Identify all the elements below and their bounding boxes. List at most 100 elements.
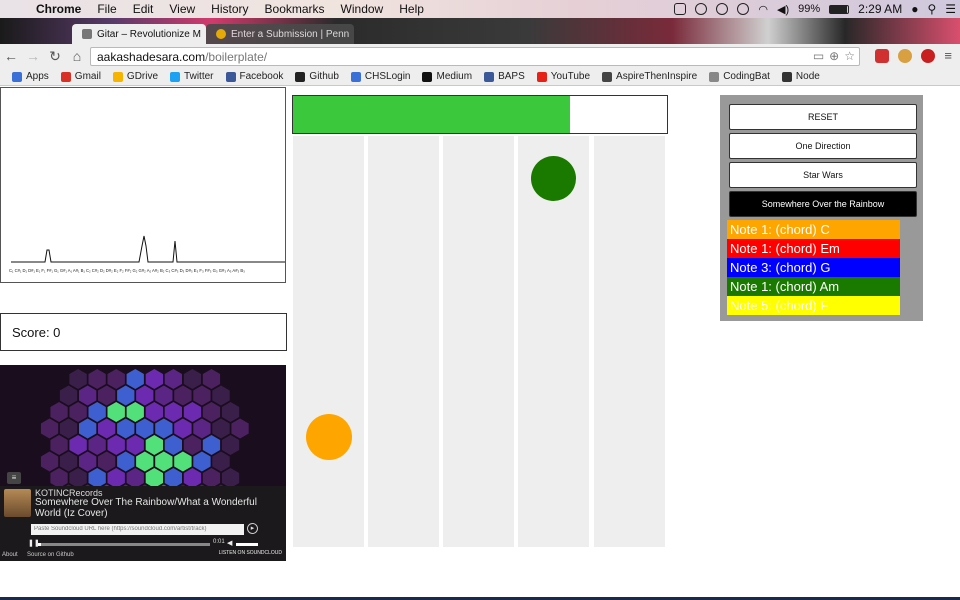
bookmark-youtube[interactable]: YouTube (536, 71, 590, 82)
seek-bar[interactable] (38, 543, 210, 546)
source-link[interactable]: Source on Github (27, 552, 74, 558)
menu-view[interactable]: View (161, 2, 203, 16)
player-footer: About Source on Github LISTEN ON SOUNDCL… (0, 549, 286, 561)
home-icon[interactable]: ⌂ (66, 48, 88, 64)
bookmark-apps[interactable]: Apps (12, 71, 49, 82)
github-icon (295, 71, 306, 82)
one-direction-button[interactable]: One Direction (729, 133, 917, 159)
extension-red-icon[interactable] (875, 48, 890, 63)
somewhere-over-the-rainbow-button[interactable]: Somewhere Over the Rainbow (729, 191, 917, 217)
bookmark-node[interactable]: Node (781, 71, 820, 82)
lane-3 (443, 136, 514, 547)
hexagon-visualizer-graphic (0, 365, 286, 486)
time-machine-icon[interactable] (716, 3, 729, 15)
baps-icon (484, 71, 495, 82)
menu-edit[interactable]: Edit (125, 2, 162, 16)
bookmark-gmail[interactable]: Gmail (60, 71, 101, 82)
bookmark-codingbat[interactable]: CodingBat (709, 71, 770, 82)
chslogin-icon (350, 71, 361, 82)
back-arrow-icon[interactable]: ← (0, 48, 22, 64)
spectrum-line (11, 235, 285, 263)
tab-title: Gitar – Revolutionize M (97, 28, 201, 40)
address-bar[interactable]: aakashadesara.com/boilerplate/ ▭ ⊕ ☆ (90, 47, 860, 66)
reload-icon[interactable]: ↻ (44, 48, 66, 65)
tab-gitar[interactable]: Gitar – Revolutionize M ✕ (72, 24, 206, 44)
bluetooth-icon[interactable] (737, 3, 750, 15)
note-list-item: Note 1: (chord) Em (727, 239, 900, 258)
tab-title: Enter a Submission | Penn (231, 28, 350, 40)
page-content: C₁ C#₁ D₁ D#₁ E₁ F₁ F#₁ G₁ G#₁ A₁ A#₁ B₁… (0, 87, 960, 600)
soundcloud-badge[interactable]: LISTEN ON SOUNDCLOUD (219, 551, 282, 556)
note-orb (306, 414, 352, 460)
bookmark-star-icon[interactable]: ☆ (844, 49, 855, 63)
game-board (292, 95, 668, 547)
star-wars-button[interactable]: Star Wars (729, 162, 917, 188)
user-icon[interactable]: ● (911, 2, 918, 16)
bookmark-github[interactable]: Github (295, 71, 339, 82)
menu-history[interactable]: History (203, 2, 256, 16)
soundcloud-url-input[interactable] (31, 524, 244, 535)
forward-arrow-icon[interactable]: → (22, 48, 44, 64)
bookmark-baps[interactable]: BAPS (484, 71, 525, 82)
lane-2 (368, 136, 439, 547)
frequency-spectrum-panel: C₁ C#₁ D₁ D#₁ E₁ F₁ F#₁ G₁ G#₁ A₁ A#₁ B₁… (0, 87, 286, 283)
url-path: /boilerplate/ (205, 49, 268, 64)
bookmark-twitter[interactable]: Twitter (170, 71, 214, 82)
spotlight-icon[interactable]: ⚲ (927, 2, 936, 16)
tab-favicon-icon (82, 29, 92, 39)
page-icon (709, 71, 720, 82)
aspire-icon (602, 71, 613, 82)
url-host: aakashadesara.com (97, 49, 206, 64)
menu-bookmarks[interactable]: Bookmarks (257, 2, 333, 16)
notification-center-icon[interactable]: ☰ (945, 2, 956, 16)
browser-tab-strip: Gitar – Revolutionize M ✕ Enter a Submis… (0, 18, 960, 44)
reset-button[interactable]: RESET (729, 104, 917, 130)
chrome-favicon-icon (216, 29, 226, 39)
facebook-icon (225, 71, 236, 82)
note-list-item: Note 3: (chord) G (727, 258, 900, 277)
twitter-icon (170, 71, 181, 82)
playlist-menu-icon[interactable]: ≡ (7, 472, 21, 484)
gmail-icon (60, 71, 71, 82)
bookmark-facebook[interactable]: Facebook (225, 71, 283, 82)
note-orb (531, 156, 576, 201)
wifi-icon[interactable]: ◠ (758, 3, 768, 16)
bookmark-aspiretheninspire[interactable]: AspireThenInspire (602, 71, 697, 82)
chrome-menu-icon[interactable]: ≡ (944, 48, 952, 63)
menu-app-name[interactable]: Chrome (34, 2, 89, 16)
lane-5 (594, 136, 665, 547)
bookmark-gdrive[interactable]: GDrive (112, 71, 158, 82)
bookmark-chslogin[interactable]: CHSLogin (350, 71, 410, 82)
browser-toolbar: ← → ↻ ⌂ aakashadesara.com/boilerplate/ ▭… (0, 44, 960, 68)
menu-window[interactable]: Window (333, 2, 392, 16)
extensions: ≡ (875, 48, 952, 63)
volume-slider[interactable] (236, 543, 258, 546)
sync-icon[interactable] (695, 3, 708, 15)
node-icon (781, 71, 792, 82)
dropbox-icon[interactable] (674, 3, 687, 15)
macos-menu-bar: Chrome File Edit View History Bookmarks … (0, 0, 960, 18)
note-list-item: Note 5: (chord) F (727, 296, 900, 315)
adblock-icon[interactable] (921, 48, 936, 63)
apps-icon (12, 71, 22, 82)
extension-face-icon[interactable] (898, 48, 913, 63)
battery-percent[interactable]: 99% (798, 3, 820, 15)
camera-icon[interactable]: ▭ (813, 49, 824, 63)
medium-icon (422, 71, 433, 82)
menu-file[interactable]: File (89, 2, 124, 16)
clock[interactable]: 2:29 AM (858, 2, 902, 16)
song-progress-fill (293, 96, 570, 133)
track-title[interactable]: Somewhere Over The Rainbow/What a Wonder… (35, 497, 280, 519)
load-track-icon[interactable]: ▸ (247, 523, 258, 534)
soundcloud-player: ≡ KOTINCRecords Somewhere Over The Rainb… (0, 365, 286, 561)
menu-help[interactable]: Help (391, 2, 432, 16)
battery-icon[interactable] (829, 4, 850, 14)
song-progress-bar (292, 95, 668, 134)
about-link[interactable]: About (2, 552, 18, 558)
bookmark-medium[interactable]: Medium (422, 71, 472, 82)
zoom-icon[interactable]: ⊕ (829, 49, 839, 63)
tab-penn-submission[interactable]: Enter a Submission | Penn ✕ (206, 24, 354, 44)
song-control-panel: RESET One Direction Star Wars Somewhere … (720, 95, 923, 321)
volume-icon[interactable]: ◀) (777, 3, 789, 16)
volume-icon[interactable]: ◀ (227, 539, 232, 547)
